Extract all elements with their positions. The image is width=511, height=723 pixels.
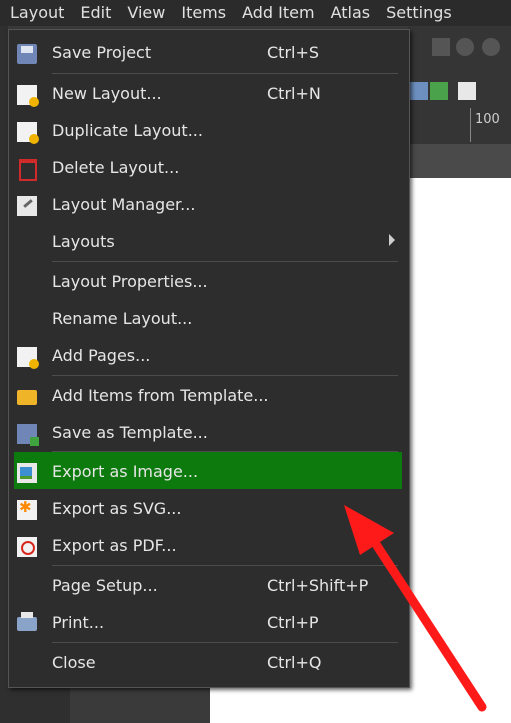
ruler-label: 100 bbox=[475, 112, 500, 127]
menu-edit[interactable]: Edit bbox=[72, 0, 119, 26]
menu-item-add-pages[interactable]: Add Pages... bbox=[9, 338, 409, 374]
new-layout-icon bbox=[17, 85, 39, 107]
menu-item-label: Delete Layout... bbox=[52, 158, 180, 177]
trash-icon bbox=[19, 159, 37, 181]
menu-item-label: Layouts bbox=[52, 232, 115, 251]
menu-item-label: Export as PDF... bbox=[52, 536, 177, 555]
layout-manager-icon bbox=[17, 196, 37, 216]
menu-item-add-items-from-template[interactable]: Add Items from Template... bbox=[9, 378, 409, 414]
menu-item-label: Add Pages... bbox=[52, 346, 151, 365]
separator bbox=[52, 375, 398, 376]
menu-item-label: Duplicate Layout... bbox=[52, 121, 203, 140]
distribute-icon[interactable] bbox=[430, 82, 448, 100]
menu-item-layouts[interactable]: Layouts bbox=[9, 224, 409, 260]
menubar: Layout Edit View Items Add Item Atlas Se… bbox=[0, 0, 511, 26]
menu-item-delete-layout[interactable]: Delete Layout... bbox=[9, 150, 409, 186]
tool-icon[interactable] bbox=[432, 38, 450, 56]
separator bbox=[52, 73, 398, 74]
menu-item-label: Layout Manager... bbox=[52, 195, 196, 214]
menu-settings[interactable]: Settings bbox=[378, 0, 460, 26]
export-pdf-icon bbox=[17, 537, 37, 557]
left-panel-bottom bbox=[0, 688, 70, 723]
menu-item-shortcut: Ctrl+N bbox=[267, 84, 321, 103]
menu-item-label: Layout Properties... bbox=[52, 272, 208, 291]
menu-item-shortcut: Ctrl+Q bbox=[267, 653, 322, 672]
menu-item-label: Add Items from Template... bbox=[52, 386, 269, 405]
menu-item-export-as-image[interactable]: Export as Image... bbox=[9, 454, 409, 490]
print-icon bbox=[17, 612, 37, 631]
menu-items[interactable]: Items bbox=[173, 0, 234, 26]
red-arrow-annotation bbox=[344, 505, 487, 712]
folder-icon bbox=[17, 390, 37, 405]
menu-item-save-as-template[interactable]: Save as Template... bbox=[9, 415, 409, 451]
menu-item-label: Save Project bbox=[52, 43, 152, 62]
canvas-border bbox=[408, 144, 511, 178]
menu-item-shortcut: Ctrl+P bbox=[267, 613, 319, 632]
menu-item-duplicate-layout[interactable]: Duplicate Layout... bbox=[9, 113, 409, 149]
save-template-icon bbox=[17, 424, 39, 446]
menu-item-label: Export as SVG... bbox=[52, 499, 182, 518]
resize-icon[interactable] bbox=[458, 82, 476, 100]
menu-view[interactable]: View bbox=[119, 0, 173, 26]
menu-atlas[interactable]: Atlas bbox=[323, 0, 379, 26]
menu-item-label: Page Setup... bbox=[52, 576, 158, 595]
menu-item-label: New Layout... bbox=[52, 84, 162, 103]
ruler: 100 bbox=[470, 108, 511, 142]
duplicate-layout-icon bbox=[17, 122, 39, 144]
menu-item-label: Close bbox=[52, 653, 96, 672]
export-svg-icon bbox=[17, 498, 37, 520]
menu-item-new-layout[interactable]: New Layout... Ctrl+N bbox=[9, 76, 409, 112]
menu-item-label: Export as Image... bbox=[52, 462, 199, 481]
menu-item-label: Print... bbox=[52, 613, 105, 632]
menu-item-layout-properties[interactable]: Layout Properties... bbox=[9, 264, 409, 300]
align-icon[interactable] bbox=[410, 82, 428, 100]
menu-item-label: Rename Layout... bbox=[52, 309, 193, 328]
menu-item-layout-manager[interactable]: Layout Manager... bbox=[9, 187, 409, 223]
redo-icon[interactable] bbox=[482, 38, 500, 56]
export-image-icon bbox=[17, 463, 37, 483]
menu-item-shortcut: Ctrl+S bbox=[267, 43, 320, 62]
menu-item-rename-layout[interactable]: Rename Layout... bbox=[9, 301, 409, 337]
separator bbox=[52, 261, 398, 262]
save-icon bbox=[17, 44, 37, 64]
menu-layout[interactable]: Layout bbox=[0, 0, 72, 26]
menu-item-label: Save as Template... bbox=[52, 423, 208, 442]
separator bbox=[52, 451, 398, 452]
menu-add-item[interactable]: Add Item bbox=[234, 0, 322, 26]
submenu-arrow-icon bbox=[389, 234, 395, 246]
undo-icon[interactable] bbox=[456, 38, 474, 56]
add-pages-icon bbox=[17, 347, 39, 369]
menu-item-save-project[interactable]: Save Project Ctrl+S bbox=[9, 35, 409, 71]
left-panel-strip bbox=[0, 26, 8, 723]
